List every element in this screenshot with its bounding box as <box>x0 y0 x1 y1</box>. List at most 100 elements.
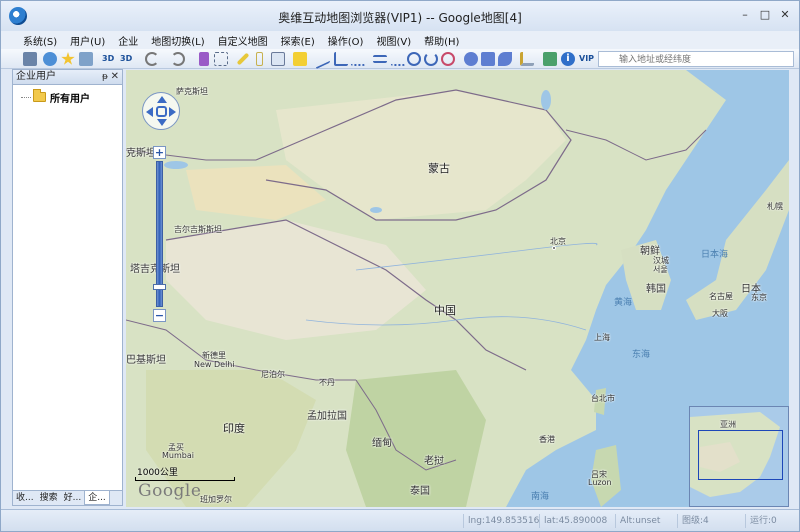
map-label-india: 印度 <box>223 422 245 435</box>
zoom-in-button[interactable]: + <box>153 146 166 159</box>
map-label-kazakhstan: 克斯坦 <box>126 148 156 159</box>
circle-icon[interactable] <box>407 52 421 66</box>
pan-down-icon[interactable] <box>157 119 167 126</box>
rectangle-icon[interactable] <box>481 52 495 66</box>
pan-up-icon[interactable] <box>157 96 167 103</box>
window-title: 奥维互动地图浏览器(VIP1) -- Google地图[4] <box>278 11 522 25</box>
map-label-bhutan: 不丹 <box>319 378 335 387</box>
polygon-icon[interactable] <box>464 52 478 66</box>
pan-right-icon[interactable] <box>169 107 176 117</box>
chart-icon[interactable] <box>520 52 534 66</box>
marker-star-icon[interactable] <box>293 52 307 66</box>
map-label-mongolia: 蒙古 <box>428 162 450 175</box>
select-icon[interactable] <box>214 52 228 66</box>
ruler-icon[interactable] <box>256 52 263 66</box>
tree-connector <box>21 96 31 98</box>
pin-icon[interactable]: ᵽ <box>102 70 108 84</box>
map-label-newdelhi-en: New Delhi <box>194 360 235 369</box>
pan-left-icon[interactable] <box>146 107 153 117</box>
chat-icon[interactable] <box>543 52 557 66</box>
map-label-thailand: 泰国 <box>410 486 430 497</box>
status-running: 运行:0 <box>745 514 777 528</box>
pencil-icon[interactable] <box>236 52 250 66</box>
map-label-bangalore: 班加罗尔 <box>200 495 232 504</box>
overview-label-asia: 亚洲 <box>720 420 736 429</box>
dotted-line-icon[interactable] <box>391 52 405 66</box>
tree-item-all-users[interactable]: 所有用户 <box>21 89 90 105</box>
star-icon[interactable] <box>61 52 75 65</box>
menu-explore[interactable]: 探索(E) <box>281 33 315 48</box>
image-icon[interactable] <box>271 52 285 66</box>
map-label-shanghai: 上海 <box>594 333 610 342</box>
3d-button[interactable]: 3D <box>102 52 114 66</box>
panel-tabs: 收... 搜索 好... 企... <box>13 490 122 505</box>
tab-friends[interactable]: 好... <box>61 491 85 505</box>
binoculars-icon[interactable] <box>79 52 93 66</box>
map-label-taipei: 台北市 <box>591 394 615 403</box>
tab-search[interactable]: 搜索 <box>37 491 61 505</box>
folder-icon <box>33 89 46 102</box>
menu-custom-map[interactable]: 自定义地图 <box>218 33 268 48</box>
tree-item-label: 所有用户 <box>50 93 90 105</box>
tab-enterprise[interactable]: 企... <box>84 491 110 505</box>
panel-title: 企业用户 <box>16 71 56 82</box>
arc-icon[interactable] <box>424 52 438 66</box>
user-icon[interactable] <box>43 52 57 66</box>
3d-view-button[interactable]: 3D <box>120 52 132 66</box>
status-latitude: lat:45.890008 <box>539 514 607 528</box>
map-label-tajikistan: 塔吉克斯坦 <box>130 264 180 275</box>
map-label-bangladesh: 孟加拉国 <box>307 411 347 422</box>
close-button[interactable]: ✕ <box>775 7 795 23</box>
map-label-rok: 韩国 <box>646 284 666 295</box>
shape-icon[interactable] <box>498 52 512 66</box>
vip-button[interactable]: VIP <box>579 52 594 66</box>
menu-enterprise[interactable]: 企业 <box>118 33 138 48</box>
map-label-kyrgyzstan: 吉尔吉斯斯坦 <box>174 225 222 234</box>
status-altitude: Alt:unset <box>615 514 660 528</box>
search-input[interactable] <box>598 51 794 67</box>
undo-icon[interactable] <box>145 52 159 66</box>
save-icon[interactable] <box>23 52 37 66</box>
parallel-lines-icon[interactable] <box>373 55 387 63</box>
status-longitude: lng:149.853516 <box>463 514 539 528</box>
map-label-china: 中国 <box>434 304 456 317</box>
hand-icon[interactable] <box>156 106 167 117</box>
menu-operate[interactable]: 操作(O) <box>328 33 364 48</box>
map-label-south-sea: 南海 <box>531 492 550 502</box>
polyline-icon[interactable] <box>316 48 330 70</box>
map-label-east-sea: 东海 <box>632 350 651 360</box>
pan-control[interactable] <box>142 92 180 130</box>
minimize-button[interactable]: – <box>735 7 755 23</box>
map-label-sapporo: 札幌 <box>767 202 783 211</box>
zoom-out-button[interactable]: − <box>153 309 166 322</box>
map-label-laos: 老挝 <box>424 456 444 467</box>
enterprise-user-panel: 企业用户 ᵽ ✕ 所有用户 收... 搜索 好... 企... <box>12 69 123 506</box>
tab-favorites[interactable]: 收... <box>13 491 37 505</box>
map-label-luzon-en: Luzon <box>588 478 612 487</box>
panel-header: 企业用户 ᵽ ✕ <box>13 70 122 85</box>
map-label-beijing: 北京 <box>550 237 566 246</box>
map-label-pakistan: 巴基斯坦 <box>126 355 166 366</box>
menu-view[interactable]: 视图(V) <box>376 33 411 48</box>
panel-close-icon[interactable]: ✕ <box>111 70 119 84</box>
menu-help[interactable]: 帮助(H) <box>424 33 459 48</box>
map-label-tokyo: 东京 <box>751 293 767 302</box>
menu-system[interactable]: 系统(S) <box>23 33 57 48</box>
maximize-button[interactable]: □ <box>755 7 775 23</box>
map-label-mumbai-en: Mumbai <box>162 451 194 460</box>
angle-icon[interactable] <box>334 52 348 66</box>
redo-icon[interactable] <box>171 52 185 66</box>
menu-map-switch[interactable]: 地图切换(L) <box>151 33 204 48</box>
sector-icon[interactable] <box>441 52 455 66</box>
delete-icon[interactable] <box>199 52 209 66</box>
overview-viewport[interactable] <box>698 430 783 480</box>
curve-icon[interactable] <box>351 52 365 66</box>
status-bar: lng:149.853516 lat:45.890008 Alt:unset 图… <box>1 509 799 531</box>
menu-user[interactable]: 用户(U) <box>70 33 105 48</box>
zoom-slider-thumb[interactable] <box>153 284 166 290</box>
map-label-sea-of-japan: 日本海 <box>701 250 729 260</box>
toolbar: 3D 3D i VIP <box>1 48 799 70</box>
map-label-nepal: 尼泊尔 <box>261 370 285 379</box>
info-icon[interactable]: i <box>561 52 575 66</box>
menu-bar: 系统(S) 用户(U) 企业 地图切换(L) 自定义地图 探索(E) 操作(O)… <box>1 31 799 49</box>
